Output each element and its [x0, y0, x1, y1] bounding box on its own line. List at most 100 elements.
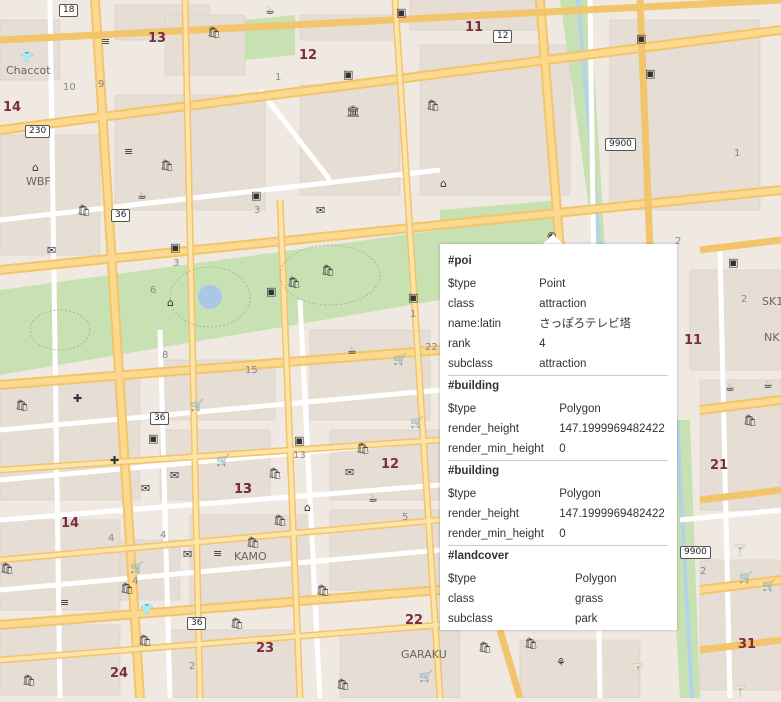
- shopping-icon[interactable]: 🛍: [77, 205, 91, 216]
- property-value: 0: [559, 443, 566, 455]
- property-row: subclass park: [448, 609, 668, 629]
- museum-icon[interactable]: ⌂: [440, 178, 447, 189]
- restaurant-icon[interactable]: ≡: [213, 548, 222, 559]
- shopping-icon[interactable]: 🛍: [120, 583, 134, 594]
- bar-icon[interactable]: 🍸: [733, 686, 747, 697]
- bar-icon[interactable]: 🍸: [733, 545, 747, 556]
- bus-icon[interactable]: ▣: [148, 433, 158, 444]
- bus-icon[interactable]: ▣: [396, 7, 406, 18]
- property-value: 147.1999969482422: [559, 423, 665, 435]
- property-value: Polygon: [559, 488, 601, 500]
- property-key: $type: [448, 488, 477, 500]
- cart-icon[interactable]: 🛒: [419, 671, 433, 682]
- shopping-icon[interactable]: 🛍: [246, 537, 260, 548]
- shopping-icon[interactable]: 🛍: [743, 415, 757, 426]
- property-key: $type: [448, 403, 477, 415]
- shopping-icon[interactable]: 🛍: [138, 635, 152, 646]
- property-value: grass: [574, 593, 604, 605]
- shopping-icon[interactable]: 🛍: [426, 100, 440, 111]
- bus-icon[interactable]: ▣: [294, 435, 304, 446]
- bus-icon[interactable]: ▣: [728, 257, 738, 268]
- shopping-icon[interactable]: 🛍: [230, 618, 244, 629]
- hospital-icon[interactable]: ✚: [73, 393, 82, 404]
- property-row: $type Polygon: [448, 569, 668, 589]
- cafe-icon[interactable]: ☕: [347, 345, 357, 356]
- property-key: name:latin: [448, 318, 502, 330]
- bus-icon[interactable]: ▣: [645, 68, 655, 79]
- property-key: render_min_height: [448, 528, 544, 540]
- cafe-icon[interactable]: ☕: [763, 379, 773, 390]
- route-shield: 36: [150, 412, 170, 425]
- cart-icon[interactable]: 🛒: [410, 417, 424, 428]
- shopping-icon[interactable]: 🛍: [524, 638, 538, 649]
- shopping-icon[interactable]: 🛍: [160, 160, 174, 171]
- feature-inspect-popup[interactable]: #poi $type Point class attraction name:lat…: [440, 244, 677, 630]
- museum-icon[interactable]: ⌂: [304, 502, 311, 513]
- property-value: attraction: [539, 298, 587, 310]
- property-row: $type Polygon: [448, 484, 668, 504]
- mail-icon[interactable]: ✉: [170, 470, 179, 481]
- shopping-icon[interactable]: 🛍: [356, 443, 370, 454]
- cafe-icon[interactable]: ☕: [368, 493, 378, 504]
- cafe-icon[interactable]: ☕: [137, 190, 147, 201]
- bar-icon[interactable]: 🍸: [631, 664, 645, 675]
- cafe-icon[interactable]: ☕: [725, 382, 735, 393]
- restaurant-icon[interactable]: ≡: [60, 597, 69, 608]
- bus-icon[interactable]: ▣: [636, 33, 646, 44]
- mail-icon[interactable]: ✉: [316, 205, 325, 216]
- shopping-icon[interactable]: 🛍: [22, 675, 36, 686]
- property-row: rank 4: [448, 334, 668, 354]
- property-value: 0: [559, 528, 566, 540]
- shopping-icon[interactable]: 🛍: [0, 563, 14, 574]
- popup-section-building: #building $type Polygon render_height 147.…: [448, 378, 668, 461]
- shopping-icon[interactable]: 🛍: [287, 277, 301, 288]
- bakery-icon[interactable]: ⚘: [556, 657, 566, 668]
- mail-icon[interactable]: ✉: [345, 467, 354, 478]
- popup-section-landcover: #landcover $type Polygon class grass subcl…: [448, 548, 668, 630]
- clothes-icon[interactable]: 👕: [20, 52, 34, 63]
- mail-icon[interactable]: ✉: [141, 483, 150, 494]
- cart-icon[interactable]: 🛒: [393, 354, 407, 365]
- bus-icon[interactable]: ▣: [266, 286, 276, 297]
- shopping-icon[interactable]: 🛍: [268, 468, 282, 479]
- clothes-icon[interactable]: 👕: [140, 604, 154, 615]
- hotel-icon[interactable]: ⌂: [32, 162, 39, 173]
- shopping-icon[interactable]: 🛍: [207, 27, 221, 38]
- property-value: park: [574, 613, 598, 625]
- shopping-icon[interactable]: 🛍: [336, 679, 350, 690]
- property-value: 147.1999969482422: [559, 508, 665, 520]
- property-row: render_min_height 0: [448, 524, 668, 544]
- cafe-icon[interactable]: ☕: [265, 5, 275, 16]
- route-shield: 12: [493, 30, 513, 43]
- section-title: #poi: [448, 255, 472, 267]
- shopping-icon[interactable]: 🛍: [478, 642, 492, 653]
- restaurant-icon[interactable]: ≡: [124, 146, 133, 157]
- property-key: rank: [448, 338, 471, 350]
- shopping-icon[interactable]: 🛍: [15, 400, 29, 411]
- property-value: Polygon: [559, 403, 601, 415]
- hospital-icon[interactable]: ✚: [110, 455, 119, 466]
- cart-icon[interactable]: 🛒: [762, 580, 776, 591]
- property-table: $type Point class attraction name:latin さっぽ…: [448, 274, 668, 374]
- property-row: $type Polygon: [448, 399, 668, 419]
- property-row: subclass attraction: [448, 354, 668, 374]
- shopping-icon[interactable]: 🛍: [273, 515, 287, 526]
- restaurant-icon[interactable]: ≡: [101, 36, 110, 47]
- bank-icon[interactable]: 🏛: [346, 106, 360, 117]
- cart-icon[interactable]: 🛒: [130, 562, 144, 573]
- property-key: subclass: [448, 613, 493, 625]
- bus-icon[interactable]: ▣: [408, 292, 418, 303]
- cart-icon[interactable]: 🛒: [739, 572, 753, 583]
- mail-icon[interactable]: ✉: [183, 549, 192, 560]
- cart-icon[interactable]: 🛒: [216, 455, 230, 466]
- bus-icon[interactable]: ▣: [343, 69, 353, 80]
- bus-icon[interactable]: ▣: [251, 190, 261, 201]
- property-value: Point: [539, 278, 566, 290]
- cart-icon[interactable]: 🛒: [190, 400, 204, 411]
- shopping-icon[interactable]: 🛍: [316, 585, 330, 596]
- mail-icon[interactable]: ✉: [47, 245, 56, 256]
- section-title: #building: [448, 380, 500, 392]
- shopping-icon[interactable]: 🛍: [321, 265, 335, 276]
- museum-icon[interactable]: ⌂: [167, 297, 174, 308]
- bus-icon[interactable]: ▣: [170, 242, 180, 253]
